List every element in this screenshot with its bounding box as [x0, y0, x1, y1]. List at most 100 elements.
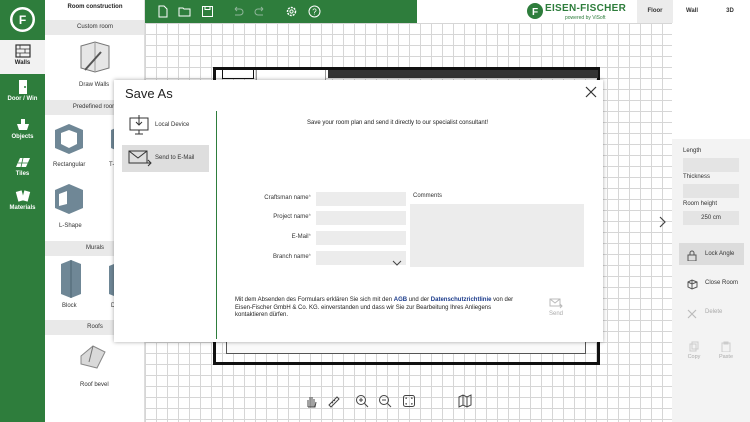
delete-button[interactable]: Delete [679, 301, 744, 323]
draw-walls-label: Draw Walls [79, 82, 110, 88]
walls-icon [14, 44, 31, 58]
help-icon[interactable]: ? [308, 5, 321, 18]
hand-pan-icon[interactable] [304, 394, 318, 408]
l-shape-room-item[interactable] [51, 180, 87, 221]
new-file-icon[interactable] [156, 5, 169, 18]
rail-item-label: Walls [14, 60, 31, 66]
save-as-dialog: Save As Local Device Send to E-Mail Save… [114, 80, 603, 342]
brand-mark-icon: F [527, 3, 543, 19]
agb-link[interactable]: AGB [394, 297, 407, 303]
rail-item-walls[interactable]: Walls [0, 40, 45, 74]
draw-walls-item[interactable] [75, 40, 115, 81]
length-label: Length [683, 148, 702, 154]
ruler-icon[interactable] [327, 394, 341, 408]
rail-item-label: Objects [11, 134, 34, 140]
svg-text:F: F [19, 13, 26, 27]
craftsman-name-field[interactable] [316, 192, 406, 206]
door-window-icon [15, 80, 31, 94]
option-send-to-email[interactable]: Send to E-Mail [122, 145, 209, 172]
materials-icon [15, 189, 31, 203]
rectangular-room-item[interactable] [51, 120, 87, 161]
tab-3d[interactable]: 3D [711, 0, 749, 23]
properties-panel: Length Thickness Room height 250 cm Lock… [672, 23, 750, 422]
top-toolbar: ? [145, 0, 417, 23]
email-send-icon [128, 148, 152, 181]
rail-item-tiles[interactable]: Tiles [0, 155, 45, 177]
roof-bevel-label: Roof bevel [80, 382, 109, 388]
expand-panel-chevron-icon[interactable] [657, 215, 667, 234]
open-folder-icon[interactable] [178, 5, 191, 18]
copy-label: Copy [687, 354, 701, 360]
brand-logo[interactable]: F [8, 5, 37, 34]
length-field[interactable] [683, 158, 739, 172]
rail-item-materials[interactable]: Materials [0, 189, 45, 211]
thickness-field[interactable] [683, 184, 739, 198]
dialog-divider [216, 111, 217, 339]
send-label: Send [548, 311, 563, 317]
email-field[interactable] [316, 231, 406, 245]
svg-text:F: F [532, 7, 538, 18]
close-room-label: Close Room [705, 280, 739, 286]
send-button[interactable]: Send [545, 297, 567, 317]
tab-floor[interactable]: Floor [637, 0, 673, 23]
zoom-out-icon[interactable] [378, 394, 392, 408]
dialog-title: Save As [125, 86, 173, 101]
lock-angle-label: Lock Angle [705, 251, 735, 257]
redo-icon[interactable] [254, 5, 267, 18]
thickness-label: Thickness [683, 174, 711, 180]
l-shape-label: L-Shape [59, 223, 82, 229]
chevron-down-icon [392, 254, 402, 272]
properties-header-area [672, 23, 750, 139]
rail-item-label: Materials [9, 205, 36, 211]
branch-name-select[interactable] [316, 251, 406, 266]
svg-text:?: ? [312, 8, 317, 17]
settings-icon[interactable] [285, 5, 298, 18]
craftsman-name-label: Craftsman name* [264, 195, 311, 201]
lock-icon [687, 249, 697, 271]
brand-name: EISEN-FISCHER [545, 3, 627, 14]
comments-textarea[interactable] [410, 204, 584, 267]
panel-title: Room construction [67, 4, 123, 10]
rail-item-objects[interactable]: Objects [0, 118, 45, 140]
project-name-label: Project name* [273, 214, 311, 220]
close-room-icon [687, 278, 698, 300]
dialog-intro: Save your room plan and send it directly… [307, 120, 489, 126]
block-mural-item[interactable] [57, 260, 83, 303]
close-room-button[interactable]: Close Room [679, 272, 744, 294]
save-icon[interactable] [201, 5, 214, 18]
zoom-in-icon[interactable] [355, 394, 369, 408]
paste-icon [721, 341, 731, 353]
view-tabs: Floor Wall 3D [637, 0, 750, 23]
objects-icon [15, 118, 31, 132]
local-device-icon [128, 114, 150, 149]
plan-door-segment [256, 70, 326, 80]
rectangular-label: Rectangular [53, 162, 86, 168]
rail-item-door-window[interactable]: Door / Win [0, 80, 45, 102]
delete-icon [687, 307, 697, 329]
close-icon[interactable] [585, 85, 597, 103]
privacy-policy-link[interactable]: Datenschutzrichtlinie [431, 297, 492, 303]
paste-label: Paste [718, 354, 734, 360]
roof-bevel-item[interactable] [77, 342, 109, 377]
paste-button[interactable]: Paste [714, 341, 738, 360]
branch-name-label: Branch name* [272, 254, 311, 260]
brand-header: F EISEN-FISCHER powered by ViSoft [417, 0, 637, 23]
section-custom-room[interactable]: Custom room [45, 20, 144, 35]
tab-wall[interactable]: Wall [673, 0, 711, 23]
email-label: E-Mail* [291, 234, 311, 240]
copy-button[interactable]: Copy [682, 341, 706, 360]
lock-angle-button[interactable]: Lock Angle [679, 243, 744, 265]
rail-item-label: Door / Win [7, 96, 38, 102]
brand-tagline: powered by ViSoft [565, 15, 606, 21]
consent-text: Mit dem Absenden des Formulars erklären … [235, 297, 514, 318]
tiles-icon [15, 155, 31, 169]
room-height-field[interactable]: 250 cm [683, 211, 739, 225]
undo-icon[interactable] [231, 5, 244, 18]
project-name-field[interactable] [316, 211, 406, 225]
fit-view-icon[interactable] [402, 394, 416, 408]
option-label: Send to E-Mail [155, 155, 195, 161]
map-icon[interactable] [458, 394, 472, 408]
option-local-device[interactable]: Local Device [122, 112, 209, 139]
option-label: Local Device [155, 122, 190, 128]
delete-label: Delete [705, 309, 723, 315]
